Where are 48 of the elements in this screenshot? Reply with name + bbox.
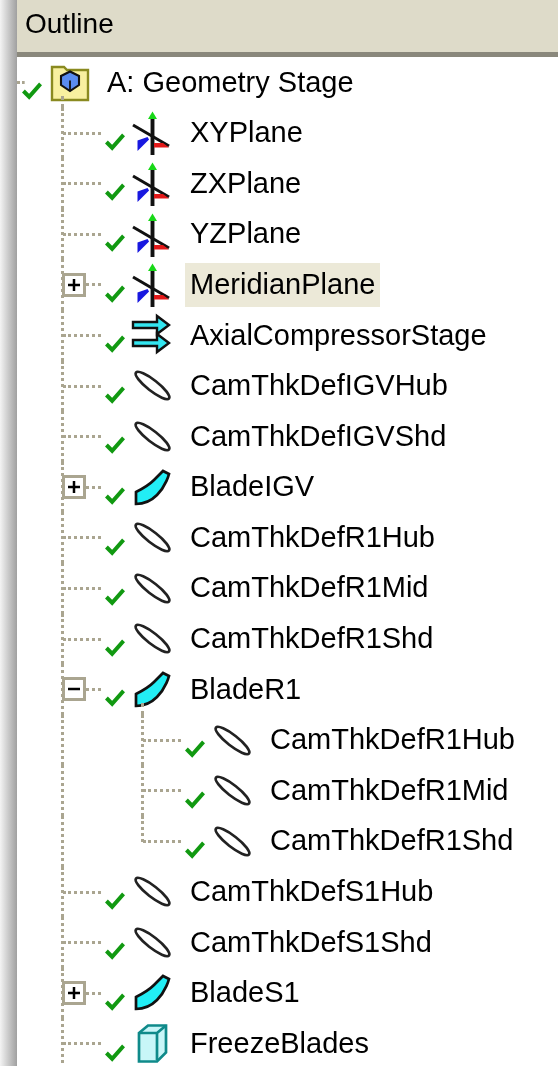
check-icon <box>185 739 205 759</box>
tree-item-label[interactable]: CamThkDefR1Hub <box>265 718 520 762</box>
collapse-button[interactable] <box>62 677 86 702</box>
check-icon <box>105 587 125 608</box>
check-icon <box>105 992 125 1012</box>
check-icon <box>105 637 125 658</box>
tree-item-label[interactable]: CamThkDefS1Hub <box>185 869 439 914</box>
tree-item-label[interactable]: A: Geometry Stage <box>102 60 359 105</box>
check-icon <box>105 334 125 355</box>
check-icon <box>105 131 125 152</box>
check-icon <box>105 890 125 911</box>
tree-item-label[interactable]: CamThkDefS1Shd <box>185 920 437 965</box>
tree-item-label[interactable]: FreezeBlades <box>185 1021 374 1066</box>
check-icon <box>105 182 125 203</box>
expand-button[interactable] <box>62 475 86 500</box>
plus-icon <box>68 987 80 999</box>
check-icon <box>105 536 125 557</box>
check-icon <box>105 435 125 456</box>
tree-item-label[interactable]: BladeS1 <box>185 971 305 1015</box>
check-icon <box>185 840 205 861</box>
panel-title: Outline <box>25 7 114 41</box>
tree-item-label[interactable]: CamThkDefR1Hub <box>185 515 440 560</box>
tree-item-label[interactable]: CamThkDefR1Mid <box>185 566 434 611</box>
tree-item-label[interactable]: ZXPlane <box>185 161 307 206</box>
tree-item-label[interactable]: MeridianPlane <box>185 262 381 307</box>
tree-item-label[interactable]: AxialCompressorStage <box>185 313 492 358</box>
plus-icon <box>68 481 80 494</box>
plus-icon <box>68 278 80 291</box>
check-icon <box>105 486 125 507</box>
expand-button[interactable] <box>62 272 86 297</box>
tree-item-label[interactable]: CamThkDefR1Shd <box>265 819 519 864</box>
check-icon <box>185 789 205 810</box>
check-icon <box>105 283 125 304</box>
check-icon <box>22 81 42 102</box>
tree-item-label[interactable]: BladeIGV <box>185 465 320 510</box>
tree-item-label[interactable]: XYPlane <box>185 110 308 155</box>
tree-item-label[interactable]: YZPlane <box>185 212 307 257</box>
check-icon <box>105 1042 125 1063</box>
tree-item-label[interactable]: CamThkDefIGVShd <box>185 414 452 459</box>
expand-button[interactable] <box>62 981 86 1005</box>
tree-item-label[interactable]: CamThkDefIGVHub <box>185 363 453 408</box>
tree-item-label[interactable]: CamThkDefR1Shd <box>185 616 439 661</box>
tree-item-label[interactable]: CamThkDefR1Mid <box>265 768 514 813</box>
check-icon <box>105 384 125 405</box>
tree-item-label[interactable]: BladeR1 <box>185 667 307 712</box>
check-icon <box>105 688 125 709</box>
check-icon <box>105 233 125 254</box>
check-icon <box>105 941 125 962</box>
